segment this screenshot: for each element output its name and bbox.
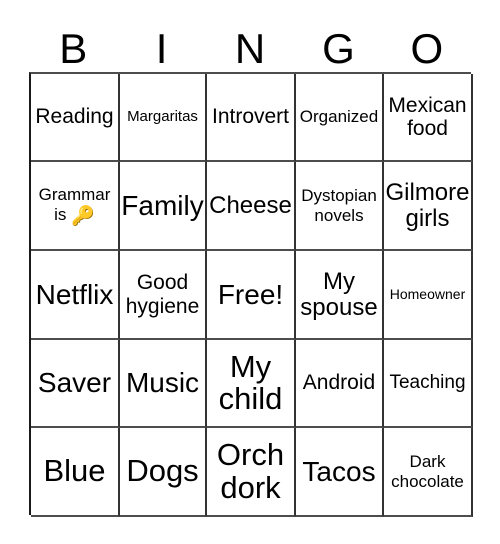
bingo-cell-r4c3[interactable]: My child <box>207 340 296 428</box>
bingo-cell-label: Homeowner <box>389 285 466 302</box>
bingo-cell-r2c3[interactable]: Cheese <box>207 162 296 251</box>
bingo-cell-r5c4[interactable]: Tacos <box>296 428 384 517</box>
bingo-cell-r3c4[interactable]: My spouse <box>296 251 384 340</box>
bingo-cell-label: Mexican food <box>388 93 467 140</box>
bingo-cell-label: Netflix <box>35 278 114 310</box>
bingo-cell-r4c1[interactable]: Saver <box>31 340 120 428</box>
bingo-cell-label: Margaritas <box>127 107 198 125</box>
bingo-cell-label: Organized <box>299 107 379 127</box>
bingo-cell-r1c2[interactable]: Margaritas <box>120 74 207 162</box>
bingo-cell-label: Dogs <box>126 453 199 489</box>
header-letter-b: B <box>59 25 88 72</box>
bingo-cell-r3c3[interactable]: Free! <box>207 251 296 340</box>
bingo-cell-label: Free! <box>217 278 284 310</box>
bingo-cell-label: Dark chocolate <box>391 452 464 491</box>
bingo-cell-label: My spouse <box>300 267 378 321</box>
bingo-cell-r4c5[interactable]: Teaching <box>384 340 473 428</box>
bingo-cell-r5c5[interactable]: Dark chocolate <box>384 428 473 517</box>
bingo-cell-r5c2[interactable]: Dogs <box>120 428 207 517</box>
bingo-cell-r2c2[interactable]: Family <box>120 162 207 251</box>
bingo-cell-r2c4[interactable]: Dystopian novels <box>296 162 384 251</box>
bingo-grid: Reading Margaritas Introvert Organized Mexic… <box>29 72 473 517</box>
bingo-cell-r1c1[interactable]: Reading <box>31 74 120 162</box>
key-emoji: 🔑 <box>71 205 95 227</box>
bingo-cell-label: Teaching <box>389 372 466 394</box>
bingo-cell-label: Introvert <box>211 105 290 129</box>
bingo-cell-r3c5[interactable]: Homeowner <box>384 251 473 340</box>
bingo-cell-label: Tacos <box>302 455 376 487</box>
bingo-cell-label: Grammar is 🔑 <box>38 185 111 227</box>
bingo-cell-label: Blue <box>43 453 106 489</box>
bingo-cell-r1c4[interactable]: Organized <box>296 74 384 162</box>
bingo-header: B I N G O <box>29 18 471 72</box>
bingo-cell-label: Android <box>302 371 376 395</box>
bingo-cell-r2c5[interactable]: Gilmore girls <box>384 162 473 251</box>
bingo-cell-label: Saver <box>37 367 112 399</box>
bingo-cell-r5c3[interactable]: Orch dork <box>207 428 296 517</box>
bingo-cell-r4c4[interactable]: Android <box>296 340 384 428</box>
header-letter-o: O <box>410 25 444 72</box>
bingo-cell-r2c1[interactable]: Grammar is 🔑 <box>31 162 120 251</box>
bingo-cell-r1c3[interactable]: Introvert <box>207 74 296 162</box>
bingo-cell-label: Music <box>125 367 200 399</box>
bingo-cell-r5c1[interactable]: Blue <box>31 428 120 517</box>
bingo-cell-r1c5[interactable]: Mexican food <box>384 74 473 162</box>
bingo-cell-label: Reading <box>35 105 114 129</box>
header-letter-n: N <box>234 25 266 72</box>
bingo-card: B I N G O Reading Margaritas Introvert Orga… <box>0 0 500 544</box>
bingo-cell-label: Cheese <box>209 191 292 219</box>
bingo-cell-label: Gilmore girls <box>385 178 470 232</box>
bingo-cell-label: My child <box>218 348 283 416</box>
header-letter-i: I <box>155 25 168 72</box>
bingo-cell-label: Orch dork <box>216 437 285 505</box>
bingo-cell-r3c1[interactable]: Netflix <box>31 251 120 340</box>
header-letter-g: G <box>322 25 355 72</box>
bingo-cell-label: Family <box>121 189 204 221</box>
bingo-cell-r3c2[interactable]: Good hygiene <box>120 251 207 340</box>
bingo-cell-label: Good hygiene <box>125 271 200 318</box>
bingo-cell-label: Dystopian novels <box>301 186 377 225</box>
bingo-cell-r4c2[interactable]: Music <box>120 340 207 428</box>
